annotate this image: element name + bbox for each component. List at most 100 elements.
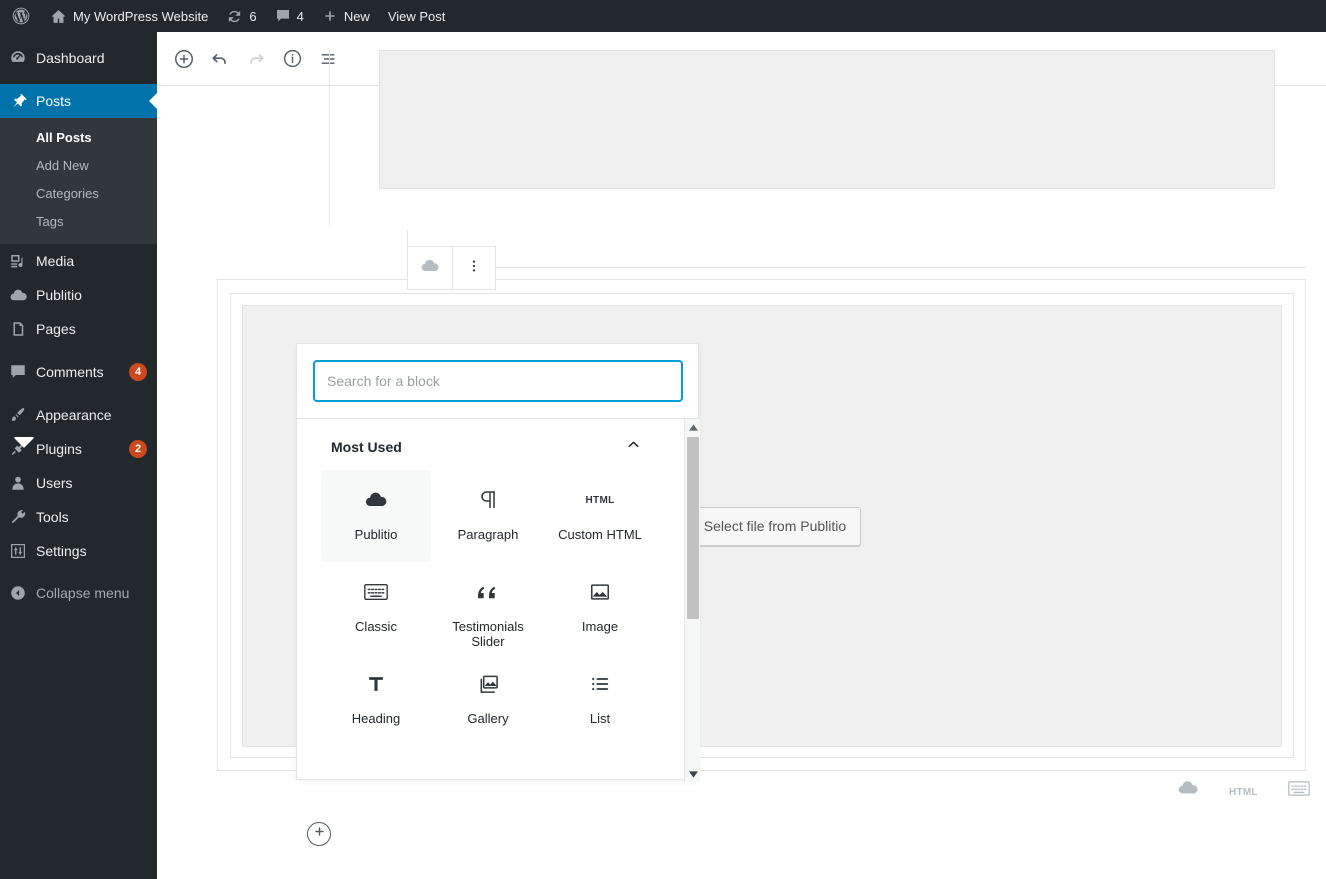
sidebar-item-appearance[interactable]: Appearance [0,398,157,432]
wordpress-logo-icon [11,6,31,26]
pin-icon [0,92,36,110]
inserter-scrollbar[interactable] [684,419,700,782]
block-tile-custom-html[interactable]: HTML Custom HTML [545,470,655,562]
new-content-menu[interactable]: New [313,0,379,32]
sidebar-item-label: Publitio [36,287,82,303]
sidebar-subitem-all-posts[interactable]: All Posts [0,124,157,152]
block-tile-image[interactable]: Image [545,562,655,654]
custom-html-quick-insert-button[interactable]: HTML [1229,782,1258,800]
heading-t-icon [365,671,387,697]
sidebar-item-label: Dashboard [36,50,105,66]
block-tile-label: Classic [355,619,397,634]
sidebar-item-tools[interactable]: Tools [0,500,157,534]
updates-menu[interactable]: 6 [217,0,265,32]
sidebar-item-dashboard[interactable]: Dashboard [0,41,157,75]
menu-spacer-1 [0,75,157,84]
image-icon [589,579,611,605]
home-icon [50,8,67,25]
classic-quick-insert-button[interactable] [1288,780,1310,802]
search-input[interactable] [313,360,683,402]
add-block-button[interactable] [166,41,202,77]
chevron-up-icon[interactable] [625,436,642,458]
sidebar-item-posts[interactable]: Posts [0,84,157,118]
block-tile-label: Image [581,619,619,634]
sidebar-item-media[interactable]: Media [0,244,157,278]
list-icon [589,671,611,697]
sidebar-item-label: Media [36,253,75,269]
block-tile-list[interactable]: List [545,654,655,746]
admin-bar: My WordPress Website 6 4 New View Post [0,0,1326,32]
inserter-popover-arrow [14,437,34,447]
cloud-icon [420,256,440,281]
block-tile-publitio[interactable]: Publitio [321,470,431,562]
sidebar-item-label: Users [36,475,73,491]
scrollbar-thumb[interactable] [687,437,699,619]
most-used-panel-header[interactable]: Most Used [297,419,672,470]
block-type-button[interactable] [408,247,452,289]
block-more-options-button[interactable] [451,247,496,289]
inserter-results-panel: Most Used Publitio Paragraph HTML Custom… [297,418,700,782]
sidebar-subitem-categories[interactable]: Categories [0,180,157,208]
sidebar-item-label: Comments [36,364,104,380]
pages-icon [0,320,36,338]
quick-insert-icon-row: HTML [1177,777,1310,804]
sidebar-item-users[interactable]: Users [0,466,157,500]
menu-spacer-top [0,32,157,41]
redo-button[interactable] [238,41,274,77]
site-name-menu[interactable]: My WordPress Website [41,0,217,32]
sidebar-item-settings[interactable]: Settings [0,534,157,568]
comments-count: 4 [296,8,304,24]
block-tile-label: Heading [351,711,401,726]
bottom-add-block-button[interactable] [307,822,331,846]
editor-block-above[interactable] [217,50,1306,225]
block-navigation-button[interactable] [310,41,346,77]
block-tile-label: Paragraph [457,527,519,542]
paintbrush-icon [0,406,36,424]
publitio-quick-insert-button[interactable] [1177,777,1199,804]
cloud-icon [364,487,388,513]
scroll-up-arrow-icon[interactable] [685,419,701,435]
content-info-button[interactable] [274,41,310,77]
sidebar-item-label: Plugins [36,441,82,457]
sidebar-item-pages[interactable]: Pages [0,312,157,346]
sidebar-item-comments[interactable]: Comments 4 [0,355,157,389]
admin-sidebar-menu: Dashboard Posts All Posts Add New Catego… [0,32,157,879]
view-post-label: View Post [387,8,446,24]
block-tile-heading[interactable]: Heading [321,654,431,746]
cloud-icon [1177,781,1199,803]
block-tile-label: List [589,711,611,726]
block-tile-label: Publitio [354,527,398,542]
sidebar-item-label: Appearance [36,407,112,423]
plugins-badge: 2 [129,440,147,458]
block-tile-paragraph[interactable]: Paragraph [433,470,543,562]
block-tile-classic[interactable]: Classic [321,562,431,654]
menu-spacer-3 [0,389,157,398]
comments-menu[interactable]: 4 [266,0,313,32]
sidebar-subitem-tags[interactable]: Tags [0,208,157,236]
vertical-dots-icon [466,258,482,279]
sidebar-item-label: Posts [36,93,72,109]
block-types-grid: Publitio Paragraph HTML Custom HTML Clas… [297,470,672,746]
settings-sliders-icon [0,542,36,560]
view-post-link[interactable]: View Post [379,0,455,32]
select-file-label: Select file from Publitio [703,518,847,534]
block-tile-gallery[interactable]: Gallery [433,654,543,746]
block-guide-line [329,50,330,225]
plus-circle-icon [313,825,326,843]
block-toolbar [407,246,496,290]
scroll-down-arrow-icon[interactable] [685,766,701,782]
comment-bubble-icon [275,8,291,24]
updates-count: 6 [249,8,257,24]
undo-button[interactable] [202,41,238,77]
pilcrow-icon [476,487,500,513]
sidebar-item-publitio[interactable]: Publitio [0,278,157,312]
panel-title: Most Used [331,439,402,455]
wordpress-logo-button[interactable] [0,0,41,32]
collapse-menu-button[interactable]: Collapse menu [0,576,157,610]
sidebar-subitem-add-new[interactable]: Add New [0,152,157,180]
keyboard-icon [364,579,388,605]
plus-icon [322,8,338,24]
quote-icon [475,579,501,605]
menu-spacer-2 [0,346,157,355]
block-tile-testimonials-slider[interactable]: Testimonials Slider [433,562,543,654]
